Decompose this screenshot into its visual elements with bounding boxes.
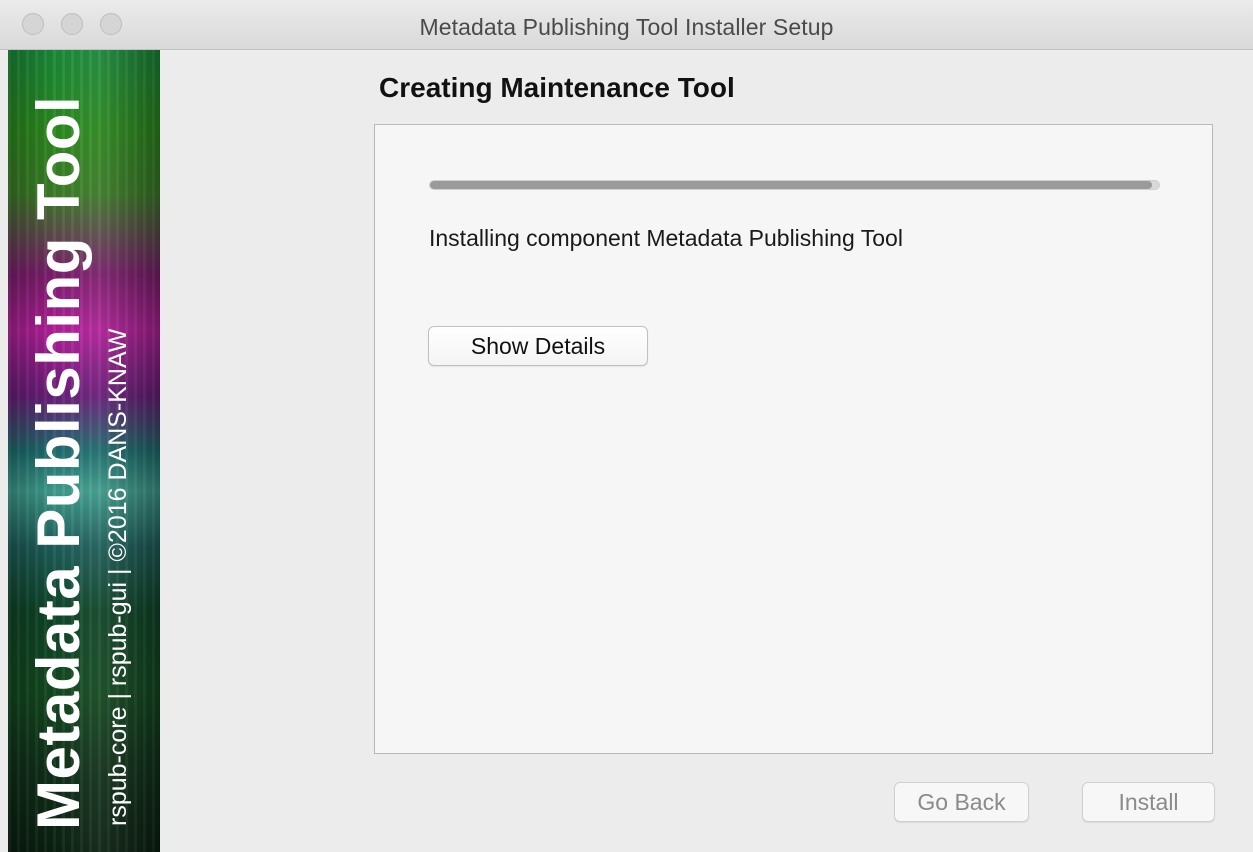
- install-button[interactable]: Install: [1082, 782, 1215, 822]
- progress-bar: [429, 180, 1160, 190]
- window-title: Metadata Publishing Tool Installer Setup: [419, 14, 834, 40]
- installer-window: Metadata Publishing Tool Installer Setup…: [0, 0, 1253, 852]
- page-title: Creating Maintenance Tool: [379, 72, 735, 103]
- go-back-button[interactable]: Go Back: [894, 782, 1029, 822]
- content-panel: Installing component Metadata Publishing…: [374, 124, 1213, 754]
- progress-bar-fill: [430, 181, 1152, 189]
- banner-text-group: Metadata Publishing Tool rspub-core | rs…: [8, 50, 160, 852]
- banner-subtitle: rspub-core | rspub-gui | ©2016 DANS-KNAW: [104, 328, 132, 826]
- show-details-button[interactable]: Show Details: [428, 326, 648, 366]
- status-text: Installing component Metadata Publishing…: [429, 225, 903, 251]
- side-banner-image: Metadata Publishing Tool rspub-core | rs…: [8, 50, 160, 852]
- banner-title: Metadata Publishing Tool: [25, 95, 92, 830]
- title-bar[interactable]: Metadata Publishing Tool Installer Setup: [0, 0, 1253, 50]
